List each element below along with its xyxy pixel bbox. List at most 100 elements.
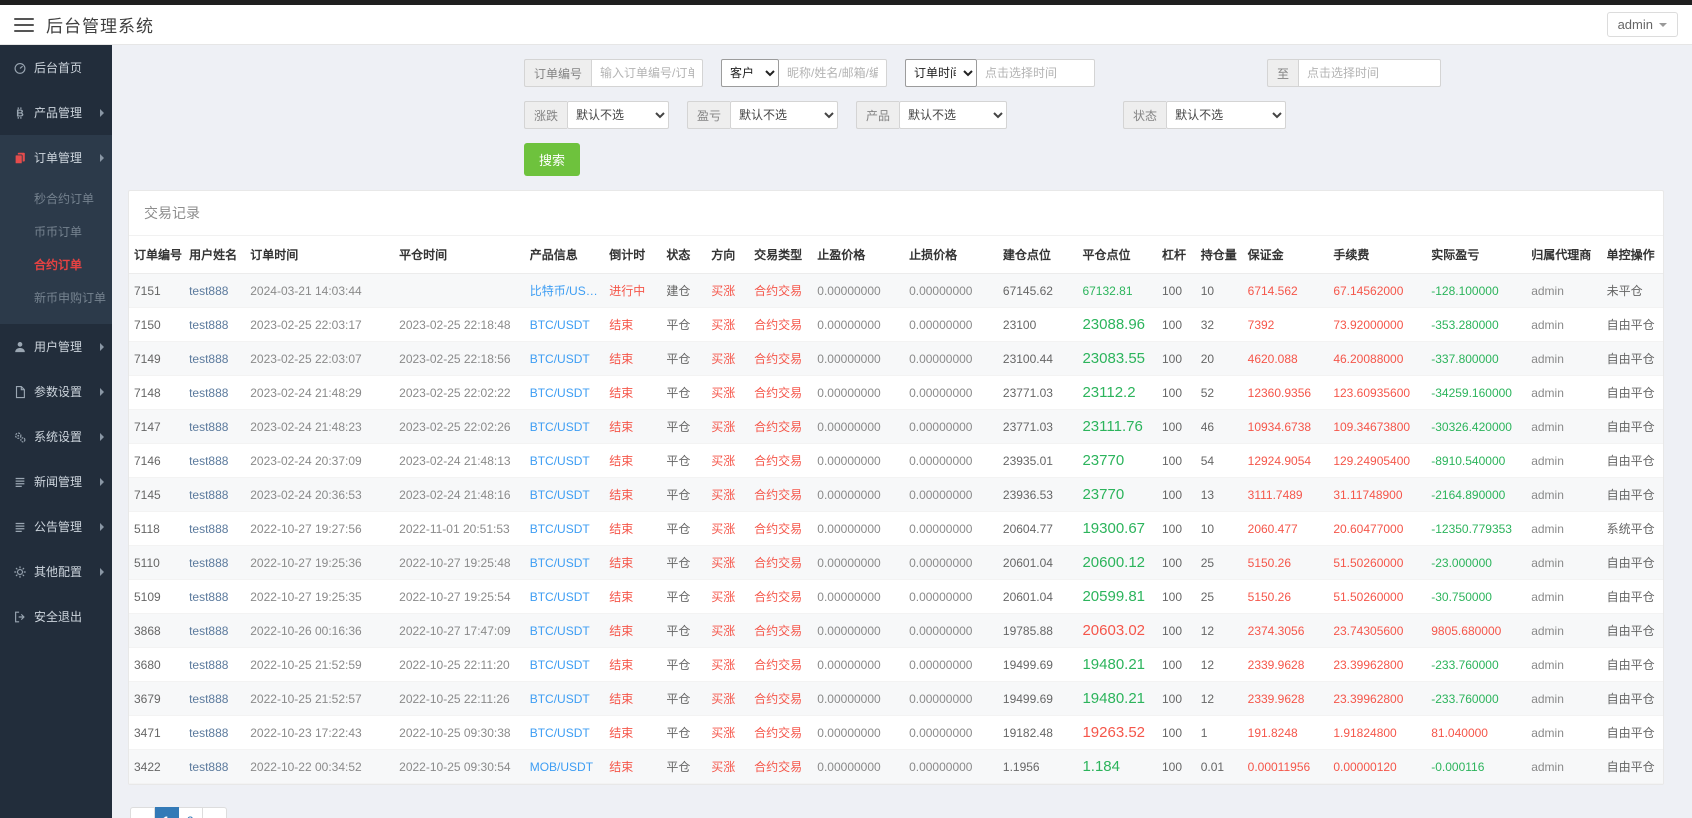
pagination-page-1[interactable]: 1 — [154, 807, 179, 818]
pagination-page-2[interactable]: 2 — [178, 807, 203, 818]
sidebar-item-安全退出[interactable]: 安全退出 — [0, 594, 112, 639]
system-gears-icon — [13, 430, 27, 444]
sidebar-subitem-合约订单[interactable]: 合约订单 — [0, 248, 112, 281]
cell-product[interactable]: BTC/USDT — [524, 647, 605, 682]
cell-open_time: 2023-02-24 21:48:23 — [245, 409, 395, 444]
cell-user[interactable]: test888 — [184, 749, 246, 784]
cell-user[interactable]: test888 — [184, 409, 246, 444]
cell-product[interactable]: BTC/USDT — [524, 375, 605, 410]
cell-control[interactable]: 自由平仓 — [1601, 681, 1663, 716]
cell-product[interactable]: BTC/USDT — [524, 443, 605, 478]
customer-input[interactable] — [779, 59, 888, 87]
status-label: 状态 — [1123, 101, 1167, 129]
sidebar-group: 安全退出 — [0, 594, 112, 639]
sidebar-item-产品管理[interactable]: B 产品管理 — [0, 90, 112, 135]
cell-control[interactable]: 自由平仓 — [1601, 375, 1663, 410]
cell-user[interactable]: test888 — [184, 613, 246, 648]
cell-control[interactable]: 自由平仓 — [1601, 443, 1663, 478]
cell-control[interactable]: 自由平仓 — [1601, 579, 1663, 614]
profit-select[interactable]: 默认不选 — [730, 101, 839, 129]
cell-product[interactable]: BTC/USDT — [524, 307, 605, 342]
user-menu-button[interactable]: admin — [1606, 12, 1678, 37]
menu-toggle-icon[interactable] — [14, 17, 34, 32]
sidebar-item-其他配置[interactable]: 其他配置 — [0, 549, 112, 594]
column-header: 建仓点位 — [997, 236, 1078, 274]
sidebar-item-新闻管理[interactable]: 新闻管理 — [0, 459, 112, 504]
cell-product[interactable]: BTC/USDT — [524, 613, 605, 648]
cell-user[interactable]: test888 — [184, 681, 246, 716]
cell-open_price: 1.1956 — [997, 749, 1078, 784]
sidebar-item-订单管理[interactable]: 订单管理 — [0, 135, 112, 180]
cell-user[interactable]: test888 — [184, 477, 246, 512]
sidebar-subitem-币币订单[interactable]: 币币订单 — [0, 215, 112, 248]
cell-control[interactable]: 未平仓 — [1601, 273, 1663, 308]
order-no-input[interactable] — [591, 59, 704, 87]
cell-countdown: 结束 — [604, 647, 662, 682]
cell-control[interactable]: 自由平仓 — [1601, 341, 1663, 376]
cell-user[interactable]: test888 — [184, 307, 246, 342]
cell-control[interactable]: 自由平仓 — [1601, 409, 1663, 444]
svg-text:B: B — [16, 107, 24, 119]
pagination-next[interactable]: » — [202, 807, 227, 818]
cell-product[interactable]: 比特币/USDT — [524, 273, 605, 308]
orders-icon — [13, 151, 27, 165]
cell-control[interactable]: 自由平仓 — [1601, 715, 1663, 750]
sidebar-item-公告管理[interactable]: 公告管理 — [0, 504, 112, 549]
filter-product: 产品 默认不选 — [856, 101, 1008, 129]
cell-user[interactable]: test888 — [184, 545, 246, 580]
updown-select[interactable]: 默认不选 — [567, 101, 670, 129]
product-select[interactable]: 默认不选 — [899, 101, 1008, 129]
table-row: 3680 test888 2022-10-25 21:52:59 2022-10-25… — [129, 647, 1663, 682]
cell-control[interactable]: 自由平仓 — [1601, 749, 1663, 784]
sidebar-item-后台首页[interactable]: 后台首页 — [0, 45, 112, 90]
cell-close_time: 2022-10-27 17:47:09 — [394, 613, 525, 648]
cell-product[interactable]: BTC/USDT — [524, 579, 605, 614]
status-select[interactable]: 默认不选 — [1166, 101, 1287, 129]
cell-control[interactable]: 系统平仓 — [1601, 511, 1663, 546]
cell-product[interactable]: BTC/USDT — [524, 511, 605, 546]
sidebar-subitem-秒合约订单[interactable]: 秒合约订单 — [0, 182, 112, 215]
records-title: 交易记录 — [129, 191, 1663, 236]
cell-product[interactable]: BTC/USDT — [524, 341, 605, 376]
cell-pnl: -0.000116 — [1426, 749, 1527, 784]
cell-control[interactable]: 自由平仓 — [1601, 477, 1663, 512]
cell-product[interactable]: BTC/USDT — [524, 409, 605, 444]
cell-control[interactable]: 自由平仓 — [1601, 307, 1663, 342]
search-button[interactable]: 搜索 — [524, 143, 581, 176]
cell-leverage: 100 — [1157, 273, 1196, 308]
time-start-input[interactable] — [977, 59, 1096, 87]
sidebar-item-用户管理[interactable]: 用户管理 — [0, 324, 112, 369]
cell-product[interactable]: BTC/USDT — [524, 715, 605, 750]
cell-control[interactable]: 自由平仓 — [1601, 613, 1663, 648]
cell-product[interactable]: BTC/USDT — [524, 477, 605, 512]
customer-type-select[interactable]: 客户 — [721, 59, 780, 87]
cell-product[interactable]: BTC/USDT — [524, 681, 605, 716]
cell-stop_loss: 0.00000000 — [904, 409, 998, 444]
cell-user[interactable]: test888 — [184, 511, 246, 546]
time-end-input[interactable] — [1298, 59, 1442, 87]
cell-user[interactable]: test888 — [184, 579, 246, 614]
cell-product[interactable]: MOB/USDT — [524, 749, 605, 784]
cell-control[interactable]: 自由平仓 — [1601, 647, 1663, 682]
cell-user[interactable]: test888 — [184, 341, 246, 376]
cell-margin: 191.8248 — [1242, 715, 1329, 750]
cell-user[interactable]: test888 — [184, 375, 246, 410]
cell-fee: 51.50260000 — [1328, 545, 1427, 580]
cell-control[interactable]: 自由平仓 — [1601, 545, 1663, 580]
cell-close_price: 19300.67 — [1077, 511, 1157, 546]
time-type-select[interactable]: 订单时间 — [905, 59, 978, 87]
column-header: 归属代理商 — [1526, 236, 1602, 274]
chevron-right-icon — [100, 342, 104, 351]
cell-fee: 20.60477000 — [1328, 511, 1427, 546]
sidebar-item-参数设置[interactable]: 参数设置 — [0, 369, 112, 414]
table-row: 5118 test888 2022-10-27 19:27:56 2022-11-01… — [129, 511, 1663, 546]
sidebar-item-系统设置[interactable]: 系统设置 — [0, 414, 112, 459]
cell-user[interactable]: test888 — [184, 273, 246, 308]
cell-user[interactable]: test888 — [184, 647, 246, 682]
pagination-prev[interactable]: « — [130, 807, 155, 818]
cell-user[interactable]: test888 — [184, 715, 246, 750]
column-header: 手续费 — [1328, 236, 1427, 274]
sidebar-subitem-新币申购订单[interactable]: 新币申购订单 — [0, 281, 112, 314]
cell-user[interactable]: test888 — [184, 443, 246, 478]
cell-product[interactable]: BTC/USDT — [524, 545, 605, 580]
